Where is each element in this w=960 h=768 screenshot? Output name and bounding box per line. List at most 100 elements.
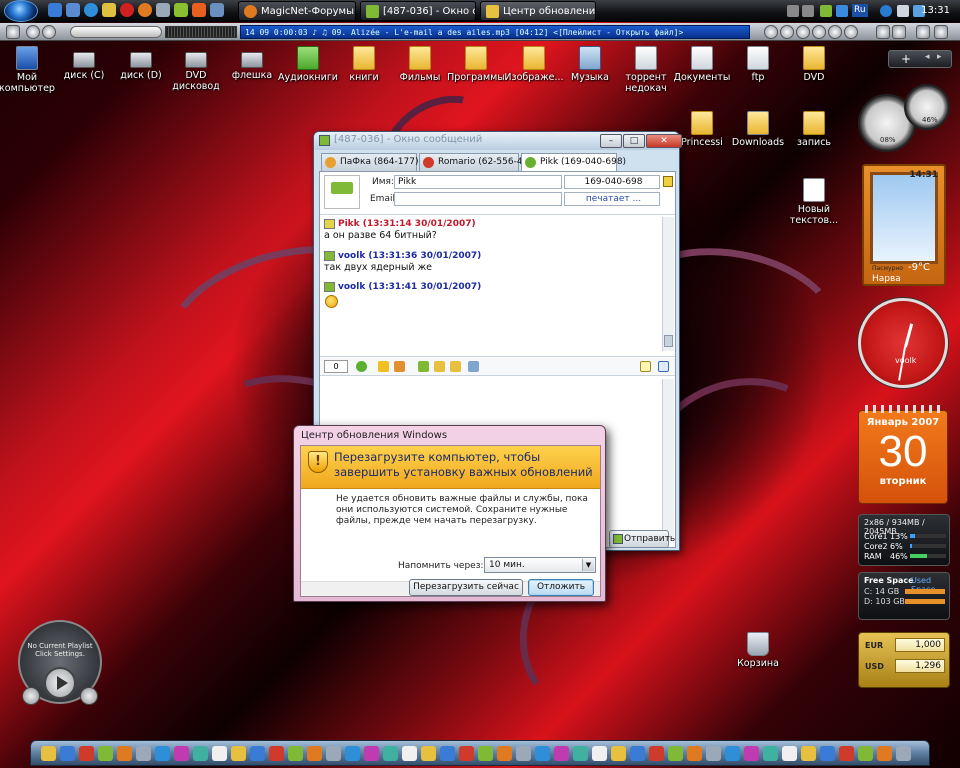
desktop-icon-drive-d[interactable]: диск (D) bbox=[110, 46, 172, 81]
save-icon[interactable] bbox=[418, 361, 429, 372]
media-stop-icon[interactable] bbox=[42, 25, 56, 39]
dock-app-icon[interactable] bbox=[60, 746, 75, 761]
quicklaunch-mail-icon[interactable] bbox=[102, 3, 116, 17]
dock-app-icon[interactable] bbox=[649, 746, 664, 761]
dock-app-icon[interactable] bbox=[326, 746, 341, 761]
dock-app-icon[interactable] bbox=[364, 746, 379, 761]
next-gadget-icon[interactable]: ▸ bbox=[937, 52, 942, 62]
dock-app-icon[interactable] bbox=[573, 746, 588, 761]
dock-app-icon[interactable] bbox=[839, 746, 854, 761]
dock-app-icon[interactable] bbox=[801, 746, 816, 761]
dock-app-icon[interactable] bbox=[79, 746, 94, 761]
tab-romario[interactable]: Romario (62-556-496) bbox=[419, 153, 538, 171]
dock-app-icon[interactable] bbox=[668, 746, 683, 761]
desktop-icon-new-text-file[interactable]: Новый текстов... bbox=[783, 178, 845, 226]
currency-gadget[interactable]: EUR 1,000 USD 1,296 bbox=[858, 632, 950, 688]
dock-app-icon[interactable] bbox=[478, 746, 493, 761]
desktop-icon-ftp[interactable]: ftp bbox=[727, 46, 789, 83]
dock-app-icon[interactable] bbox=[592, 746, 607, 761]
dock-app-icon[interactable] bbox=[877, 746, 892, 761]
dock-app-icon[interactable] bbox=[687, 746, 702, 761]
dock-app-icon[interactable] bbox=[516, 746, 531, 761]
dock-app-icon[interactable] bbox=[630, 746, 645, 761]
close-tab-icon[interactable] bbox=[658, 361, 669, 372]
tray-qip-icon[interactable] bbox=[820, 5, 832, 17]
desktop-icon-dvd-folder[interactable]: DVD bbox=[783, 46, 845, 83]
quicklaunch-explorer-icon[interactable] bbox=[156, 3, 170, 17]
smileys-icon[interactable] bbox=[356, 361, 367, 372]
media-playlist-icon[interactable] bbox=[876, 25, 890, 39]
dock-app-icon[interactable] bbox=[535, 746, 550, 761]
dock-app-icon[interactable] bbox=[402, 746, 417, 761]
start-button[interactable] bbox=[4, 0, 38, 22]
media-next-icon[interactable] bbox=[828, 25, 842, 39]
dock-app-icon[interactable] bbox=[554, 746, 569, 761]
dock-app-icon[interactable] bbox=[250, 746, 265, 761]
dock-app-icon[interactable] bbox=[117, 746, 132, 761]
chat-scrollbar[interactable] bbox=[662, 217, 674, 351]
media-close-icon[interactable] bbox=[934, 25, 948, 39]
media-pause-icon[interactable] bbox=[796, 25, 810, 39]
dock-app-icon[interactable] bbox=[744, 746, 759, 761]
taskbar-button-forum[interactable]: MagicNet-Форумы ... bbox=[238, 1, 356, 21]
restart-now-button[interactable]: Перезагрузить сейчас bbox=[409, 579, 523, 596]
quicklaunch-tool-icon[interactable] bbox=[210, 3, 224, 17]
media-eq-toggle-icon[interactable] bbox=[892, 25, 906, 39]
dock-app-icon[interactable] bbox=[725, 746, 740, 761]
desktop-icon-programs[interactable]: Программы bbox=[445, 46, 507, 83]
disk-space-gadget[interactable]: Free Space Used Space C: 14 GB D: 103 GB bbox=[858, 572, 950, 620]
tab-pikk[interactable]: Pikk (169-040-698) bbox=[521, 153, 626, 172]
taskbar-button-windows-update[interactable]: Центр обновления ... bbox=[480, 1, 596, 21]
quicklaunch-ie-icon[interactable] bbox=[84, 3, 98, 17]
media-player-next-icon[interactable] bbox=[80, 687, 98, 705]
tray-volume-icon[interactable] bbox=[897, 5, 909, 17]
file-icon[interactable] bbox=[434, 361, 445, 372]
chat-scrollbar-thumb[interactable] bbox=[664, 335, 673, 347]
desktop-icon-my-computer[interactable]: Мой компьютер bbox=[0, 46, 58, 94]
dock-app-icon[interactable] bbox=[288, 746, 303, 761]
language-indicator[interactable]: Ru bbox=[852, 4, 868, 17]
quicklaunch-firefox-icon[interactable] bbox=[138, 3, 152, 17]
dock-app-icon[interactable] bbox=[98, 746, 113, 761]
memory-meter-gadget[interactable]: 46% bbox=[904, 84, 950, 130]
desktop-icon-books[interactable]: книги bbox=[333, 46, 395, 83]
media-play-icon[interactable] bbox=[780, 25, 794, 39]
text-format-icon[interactable] bbox=[378, 361, 389, 372]
contact-details-icon[interactable] bbox=[663, 176, 673, 187]
media-menu-icon[interactable] bbox=[6, 25, 20, 39]
calendar-gadget[interactable]: Январь 2007 30 вторник bbox=[858, 405, 948, 504]
dock-app-icon[interactable] bbox=[41, 746, 56, 761]
desktop-icon-usb[interactable]: флешка bbox=[221, 46, 283, 81]
dock-app-icon[interactable] bbox=[269, 746, 284, 761]
media-player-play-icon[interactable] bbox=[44, 667, 76, 699]
dock-app-icon[interactable] bbox=[193, 746, 208, 761]
quicklaunch-window-icon[interactable] bbox=[66, 3, 80, 17]
history-icon[interactable] bbox=[450, 361, 461, 372]
dock-app-icon[interactable] bbox=[782, 746, 797, 761]
dock-app-icon[interactable] bbox=[383, 746, 398, 761]
dock-app-icon[interactable] bbox=[307, 746, 322, 761]
desktop-icon-zapis[interactable]: запись bbox=[783, 111, 845, 148]
media-eject-icon[interactable] bbox=[844, 25, 858, 39]
desktop-icon-dvd-drive[interactable]: DVD дисковод bbox=[165, 46, 227, 92]
tab-pafka[interactable]: ПаФка (864-177) bbox=[321, 153, 418, 171]
dock-app-icon[interactable] bbox=[459, 746, 474, 761]
remind-interval-select[interactable]: 10 мин. ▼ bbox=[484, 557, 596, 573]
prev-gadget-icon[interactable]: ◂ bbox=[925, 52, 930, 62]
uin-field[interactable]: 169-040-698 bbox=[564, 175, 660, 189]
quicklaunch-opera-icon[interactable] bbox=[120, 3, 134, 17]
dock-app-icon[interactable] bbox=[231, 746, 246, 761]
message-window-titlebar[interactable]: [487-036] - Окно сообщений – □ ✕ bbox=[314, 132, 682, 150]
quicklaunch-media-icon[interactable] bbox=[192, 3, 206, 17]
minimize-button[interactable]: – bbox=[600, 134, 622, 148]
desktop-icon-music[interactable]: Музыка bbox=[559, 46, 621, 83]
media-stop-icon[interactable] bbox=[812, 25, 826, 39]
dock-app-icon[interactable] bbox=[155, 746, 170, 761]
color-icon[interactable] bbox=[394, 361, 405, 372]
media-minimize-icon[interactable] bbox=[916, 25, 930, 39]
dock-app-icon[interactable] bbox=[706, 746, 721, 761]
desktop-icon-torrent[interactable]: торрент недокач bbox=[615, 46, 677, 94]
tray-back-icon[interactable] bbox=[787, 5, 799, 17]
desktop-icon-images[interactable]: Изображе... bbox=[503, 46, 565, 83]
desktop-icon-films[interactable]: Фильмы bbox=[389, 46, 451, 83]
